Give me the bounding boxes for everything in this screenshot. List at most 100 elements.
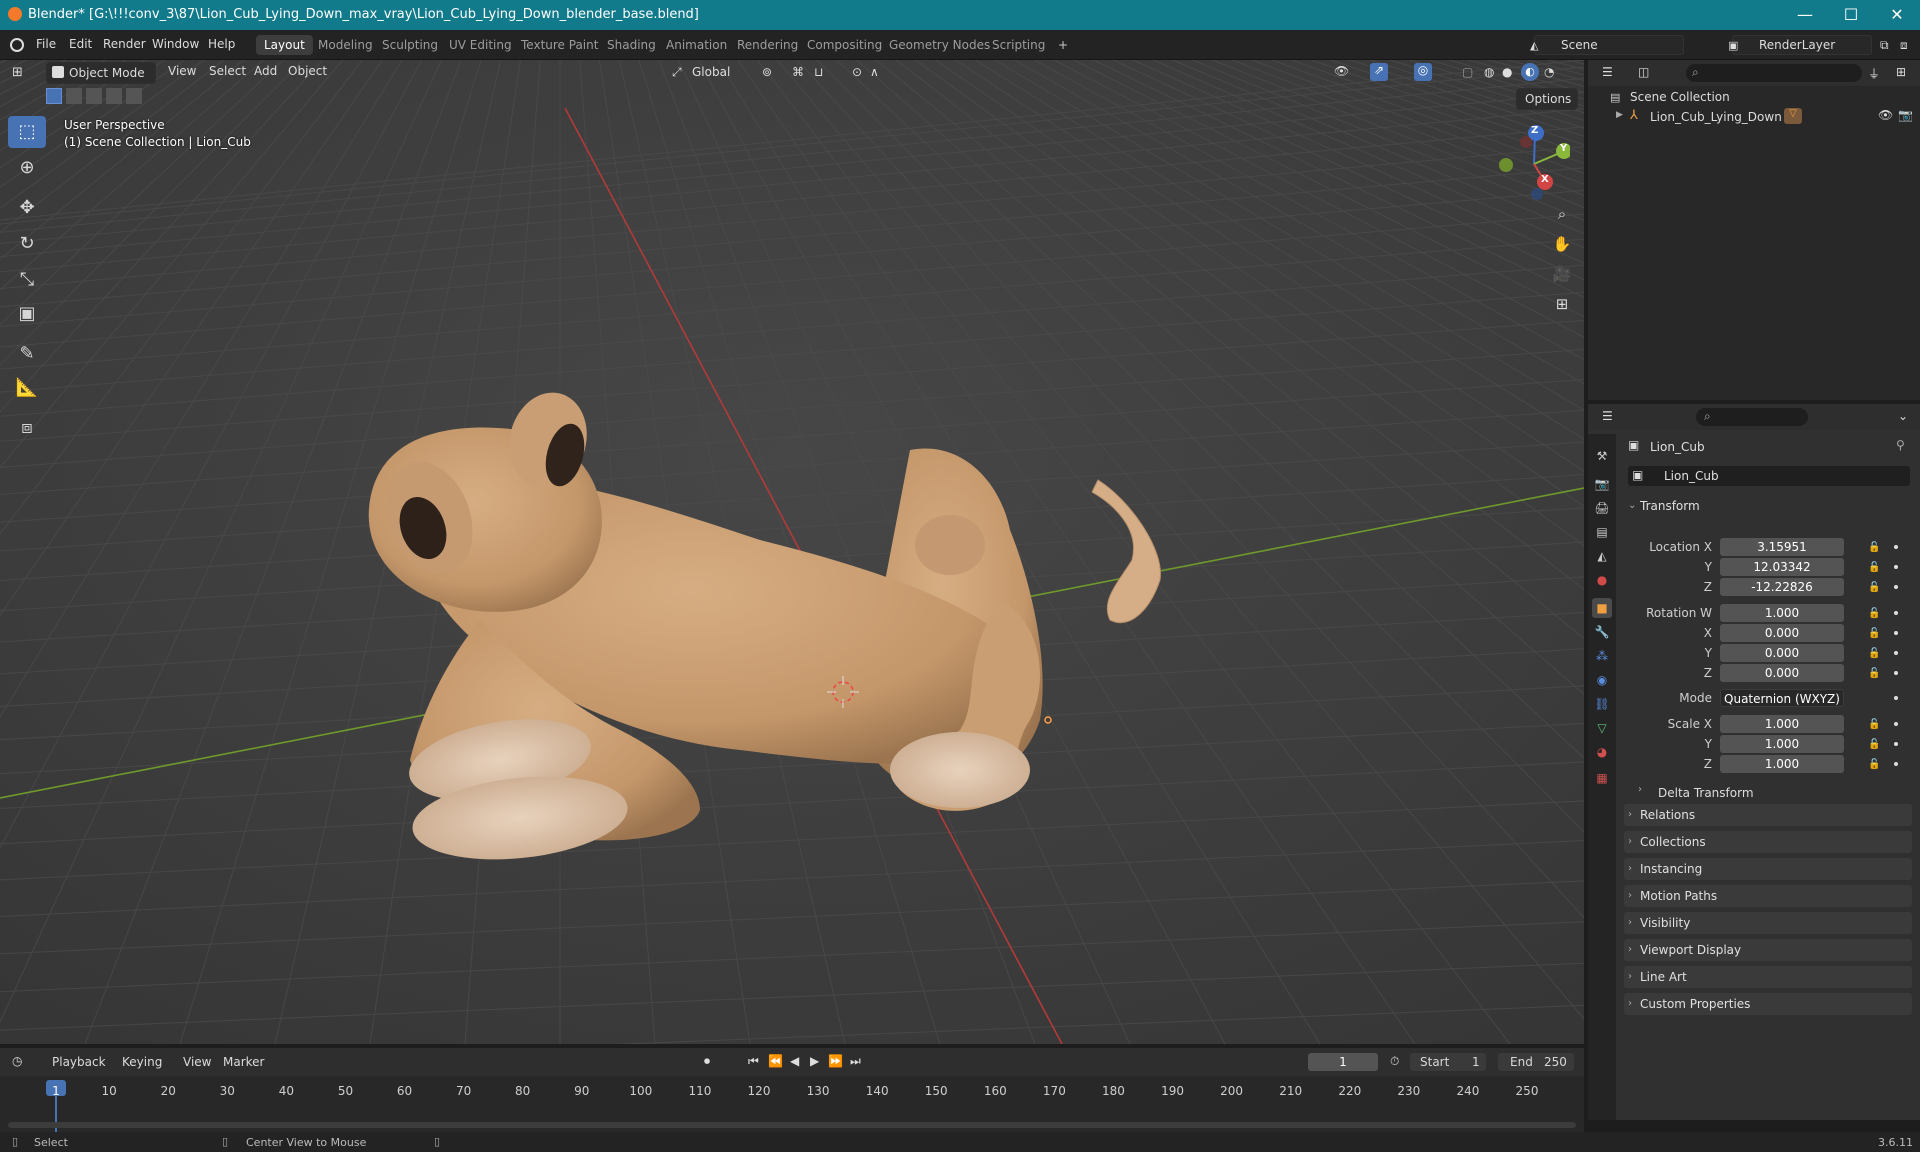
transform-orientation-dropdown[interactable]: Global: [670, 62, 750, 84]
falloff-icon[interactable]: ∧: [870, 65, 879, 79]
editor-type-icon[interactable]: ⊞: [12, 65, 32, 81]
particles-tab-icon[interactable]: ⁂: [1592, 646, 1612, 666]
transform-tool-icon[interactable]: ▣: [8, 298, 46, 330]
tab-animation[interactable]: Animation: [658, 35, 735, 55]
menu-edit[interactable]: Edit: [69, 37, 92, 51]
render-layer-selector[interactable]: RenderLayer: [1732, 35, 1872, 55]
keyframe-dot[interactable]: [1894, 722, 1898, 726]
pivot-icon[interactable]: ⊚: [762, 65, 772, 79]
lock-icon[interactable]: 🔓: [1868, 562, 1880, 573]
physics-tab-icon[interactable]: ◉: [1592, 670, 1612, 690]
data-tab-icon[interactable]: ▽: [1592, 718, 1612, 738]
overlay-toggle-icon[interactable]: ◎: [1414, 63, 1432, 81]
tab-geometry-nodes[interactable]: Geometry Nodes: [881, 35, 998, 55]
constraints-tab-icon[interactable]: ⛓: [1592, 694, 1612, 714]
lock-icon[interactable]: 🔓: [1868, 542, 1880, 553]
motion-paths-panel-header[interactable]: › Motion Paths: [1624, 885, 1912, 907]
view-layer-tab-icon[interactable]: ▤: [1592, 522, 1612, 542]
render-tab-icon[interactable]: 📷: [1592, 474, 1612, 494]
lock-icon[interactable]: 🔓: [1868, 608, 1880, 619]
rotate-tool-icon[interactable]: ↻: [8, 228, 46, 260]
solid-shading-icon[interactable]: ●: [1502, 65, 1512, 79]
world-tab-icon[interactable]: ●: [1592, 570, 1612, 590]
copy-layer-icon[interactable]: ⧉: [1880, 38, 1889, 53]
keyframe-dot[interactable]: [1894, 762, 1898, 766]
blender-menu-icon[interactable]: [10, 38, 24, 52]
zoom-icon[interactable]: ⌕: [1548, 200, 1576, 228]
perspective-toggle-icon[interactable]: ⊞: [1548, 290, 1576, 318]
lock-icon[interactable]: 🔓: [1868, 582, 1880, 593]
output-tab-icon[interactable]: 🖨: [1592, 498, 1612, 518]
snap-target-icon[interactable]: ⊔: [814, 65, 823, 79]
select-subtract-icon[interactable]: [86, 88, 102, 104]
modifier-tab-icon[interactable]: 🔧: [1592, 622, 1612, 642]
properties-options-icon[interactable]: ⌄: [1898, 409, 1908, 423]
add-cube-tool-icon[interactable]: ⧈: [8, 412, 46, 444]
tab-texture-paint[interactable]: Texture Paint: [513, 35, 606, 55]
lock-icon[interactable]: 🔓: [1868, 628, 1880, 639]
mesh-data-icon[interactable]: ▽: [1784, 108, 1802, 124]
tab-uv-editing[interactable]: UV Editing: [441, 35, 520, 55]
material-tab-icon[interactable]: ◕: [1592, 742, 1612, 762]
lock-icon[interactable]: 🔓: [1868, 719, 1880, 730]
keyframe-dot[interactable]: [1894, 611, 1898, 615]
tab-rendering[interactable]: Rendering: [729, 35, 806, 55]
viewport-menu-object[interactable]: Object: [288, 64, 327, 78]
pin-icon[interactable]: ⚲: [1896, 438, 1905, 452]
keyframe-dot[interactable]: [1894, 565, 1898, 569]
keyframe-dot[interactable]: [1894, 696, 1898, 700]
navigation-gizmo[interactable]: Z Y X: [1490, 124, 1572, 204]
menu-help[interactable]: Help: [208, 37, 235, 51]
pan-hand-icon[interactable]: ✋: [1548, 230, 1576, 258]
viewport-display-panel-header[interactable]: › Viewport Display: [1624, 939, 1912, 961]
transform-panel-header[interactable]: ⌄ Transform: [1624, 495, 1912, 517]
tab-layout[interactable]: Layout: [256, 35, 313, 55]
delta-transform-header[interactable]: Delta Transform: [1658, 786, 1754, 800]
properties-search-input[interactable]: [1696, 408, 1808, 426]
minimize-button[interactable]: —: [1782, 0, 1828, 30]
add-workspace-button[interactable]: +: [1050, 35, 1076, 55]
hide-eye-icon[interactable]: 👁: [1878, 108, 1893, 122]
rotation-x-field[interactable]: 0.000: [1720, 624, 1844, 642]
keyframe-dot[interactable]: [1894, 651, 1898, 655]
scene-selector[interactable]: Scene: [1534, 35, 1684, 55]
location-z-field[interactable]: -12.22826: [1720, 578, 1844, 596]
lock-icon[interactable]: 🔓: [1868, 759, 1880, 770]
display-mode-icon[interactable]: ◫: [1638, 65, 1649, 79]
cursor-tool-icon[interactable]: ⊕: [8, 152, 46, 184]
remove-layer-icon[interactable]: ⧈: [1900, 38, 1908, 53]
proportional-edit-icon[interactable]: ⊙: [852, 65, 862, 79]
keyframe-dot[interactable]: [1894, 631, 1898, 635]
select-invert-icon[interactable]: [106, 88, 122, 104]
instancing-panel-header[interactable]: › Instancing: [1624, 858, 1912, 880]
menu-file[interactable]: File: [36, 37, 56, 51]
menu-window[interactable]: Window: [152, 37, 199, 51]
outliner-search-input[interactable]: [1686, 64, 1862, 82]
object-name-field[interactable]: ▣ Lion_Cub: [1628, 466, 1910, 486]
move-tool-icon[interactable]: ✥: [8, 192, 46, 224]
outliner-editor-icon[interactable]: ☰: [1602, 65, 1613, 79]
select-new-icon[interactable]: [46, 88, 62, 104]
close-button[interactable]: ✕: [1874, 0, 1920, 30]
measure-tool-icon[interactable]: 📐: [8, 372, 46, 404]
keyframe-dot[interactable]: [1894, 585, 1898, 589]
object-tab-icon[interactable]: ■: [1592, 598, 1612, 618]
tab-compositing[interactable]: Compositing: [799, 35, 890, 55]
tab-modeling[interactable]: Modeling: [310, 35, 381, 55]
keyframe-dot[interactable]: [1894, 671, 1898, 675]
scale-y-field[interactable]: 1.000: [1720, 735, 1844, 753]
select-box-tool-icon[interactable]: ⬚: [8, 116, 46, 148]
3d-viewport[interactable]: ⊞ Object Mode View Select Add Object Glo…: [0, 60, 1584, 1044]
lock-icon[interactable]: 🔓: [1868, 739, 1880, 750]
keyframe-dot[interactable]: [1894, 545, 1898, 549]
relations-panel-header[interactable]: › Relations: [1624, 804, 1912, 826]
lock-icon[interactable]: 🔓: [1868, 668, 1880, 679]
scale-tool-icon[interactable]: ⤡: [8, 264, 46, 296]
tab-sculpting[interactable]: Sculpting: [374, 35, 446, 55]
menu-render[interactable]: Render: [103, 37, 146, 51]
rendered-shading-icon[interactable]: ◔: [1544, 65, 1554, 79]
viewport-menu-select[interactable]: Select: [209, 64, 246, 78]
render-camera-icon[interactable]: 📷: [1898, 108, 1913, 122]
scene-tab-icon[interactable]: ◭: [1592, 546, 1612, 566]
scene-collection-label[interactable]: Scene Collection: [1630, 90, 1730, 104]
